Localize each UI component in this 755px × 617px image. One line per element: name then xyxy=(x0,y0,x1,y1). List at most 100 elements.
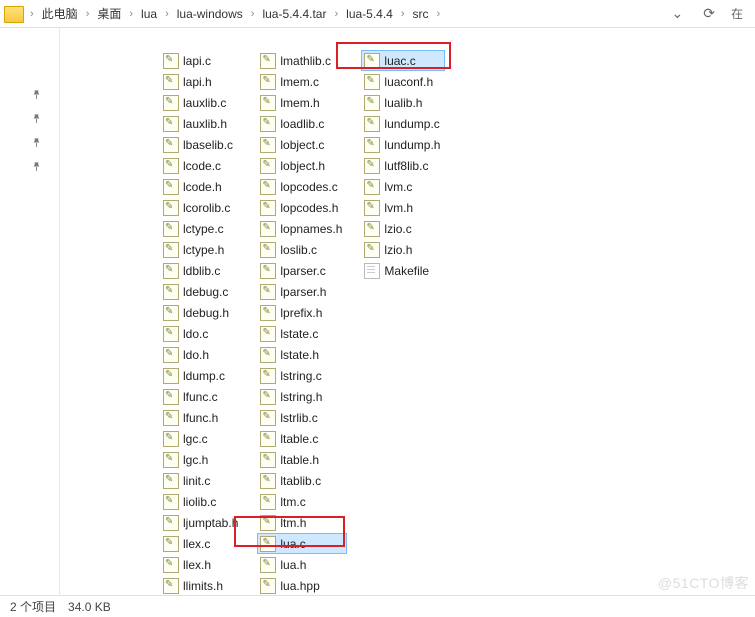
file-item[interactable]: lcode.h xyxy=(160,176,243,197)
file-item[interactable]: lmem.c xyxy=(257,71,347,92)
source-file-icon xyxy=(163,578,179,594)
breadcrumb-item[interactable]: lua-5.4.4.tar xyxy=(256,3,332,25)
file-item[interactable]: lgc.h xyxy=(160,449,243,470)
file-label: llex.c xyxy=(183,537,210,551)
file-item[interactable]: lapi.c xyxy=(160,50,243,71)
file-item[interactable]: ldebug.h xyxy=(160,302,243,323)
source-file-icon xyxy=(260,494,276,510)
file-item[interactable]: lcode.c xyxy=(160,155,243,176)
source-file-icon xyxy=(163,284,179,300)
file-item[interactable]: lua.h xyxy=(257,554,347,575)
file-item[interactable]: lualib.h xyxy=(361,92,445,113)
file-item[interactable]: lua.hpp xyxy=(257,575,347,595)
breadcrumb-item[interactable]: lua xyxy=(135,3,163,25)
file-item[interactable]: lua.c xyxy=(257,533,347,554)
file-pane[interactable]: lapi.clapi.hlauxlib.clauxlib.hlbaselib.c… xyxy=(60,28,755,595)
file-item[interactable]: lopcodes.h xyxy=(257,197,347,218)
source-file-icon xyxy=(364,242,380,258)
file-item[interactable]: lstring.h xyxy=(257,386,347,407)
file-label: lstring.c xyxy=(280,369,321,383)
file-item[interactable]: ltable.h xyxy=(257,449,347,470)
file-item[interactable]: lctype.h xyxy=(160,239,243,260)
file-item[interactable]: lundump.c xyxy=(361,113,445,134)
file-item[interactable]: lparser.c xyxy=(257,260,347,281)
file-label: llimits.h xyxy=(183,579,223,593)
dropdown-button[interactable]: ⌄ xyxy=(668,3,688,24)
breadcrumb-item[interactable]: lua-windows xyxy=(171,3,249,25)
file-item[interactable]: liolib.c xyxy=(160,491,243,512)
file-item[interactable]: llex.h xyxy=(160,554,243,575)
file-item[interactable]: loadlib.c xyxy=(257,113,347,134)
file-item[interactable]: lstate.h xyxy=(257,344,347,365)
file-item[interactable]: luaconf.h xyxy=(361,71,445,92)
breadcrumb-item[interactable]: src xyxy=(407,3,435,25)
source-file-icon xyxy=(364,221,380,237)
source-file-icon xyxy=(260,305,276,321)
file-item[interactable]: lparser.h xyxy=(257,281,347,302)
file-item[interactable]: ltablib.c xyxy=(257,470,347,491)
file-item[interactable]: ltable.c xyxy=(257,428,347,449)
file-item[interactable]: lobject.c xyxy=(257,134,347,155)
file-item[interactable]: lgc.c xyxy=(160,428,243,449)
breadcrumb-item[interactable]: 桌面 xyxy=(91,1,127,26)
file-item[interactable]: lfunc.c xyxy=(160,386,243,407)
file-item[interactable]: ldblib.c xyxy=(160,260,243,281)
pin-icon[interactable] xyxy=(30,112,42,124)
file-item[interactable]: ldo.c xyxy=(160,323,243,344)
file-item[interactable]: lbaselib.c xyxy=(160,134,243,155)
breadcrumb-item[interactable]: 此电脑 xyxy=(36,1,84,26)
file-item[interactable]: lstate.c xyxy=(257,323,347,344)
file-item[interactable]: ldump.c xyxy=(160,365,243,386)
file-item[interactable]: lutf8lib.c xyxy=(361,155,445,176)
file-item[interactable]: lstring.c xyxy=(257,365,347,386)
file-item[interactable]: lapi.h xyxy=(160,71,243,92)
file-item[interactable]: lzio.h xyxy=(361,239,445,260)
file-item[interactable]: llex.c xyxy=(160,533,243,554)
breadcrumb-item[interactable]: lua-5.4.4 xyxy=(340,3,399,25)
file-item[interactable]: luac.c xyxy=(361,50,445,71)
file-label: lualib.h xyxy=(384,96,422,110)
chevron-right-icon xyxy=(127,8,135,20)
source-file-icon xyxy=(163,326,179,342)
file-item[interactable]: linit.c xyxy=(160,470,243,491)
source-file-icon xyxy=(163,557,179,573)
file-item[interactable]: lctype.c xyxy=(160,218,243,239)
file-item[interactable]: lstrlib.c xyxy=(257,407,347,428)
file-item[interactable]: lundump.h xyxy=(361,134,445,155)
file-item[interactable]: lopcodes.c xyxy=(257,176,347,197)
source-file-icon xyxy=(260,473,276,489)
file-label: lstrlib.c xyxy=(280,411,317,425)
file-item[interactable]: loslib.c xyxy=(257,239,347,260)
file-item[interactable]: ldebug.c xyxy=(160,281,243,302)
file-label: linit.c xyxy=(183,474,210,488)
file-item[interactable]: llimits.h xyxy=(160,575,243,595)
breadcrumb[interactable]: 此电脑桌面 lua lua-windows lua-5.4.4.tar lua-5.4.… xyxy=(28,1,660,26)
file-item[interactable]: lopnames.h xyxy=(257,218,347,239)
file-item[interactable]: lvm.h xyxy=(361,197,445,218)
file-item[interactable]: lfunc.h xyxy=(160,407,243,428)
file-label: lcode.h xyxy=(183,180,222,194)
file-label: lua.c xyxy=(280,537,305,551)
file-item[interactable]: ltm.h xyxy=(257,512,347,533)
file-item[interactable]: lmathlib.c xyxy=(257,50,347,71)
pin-icon[interactable] xyxy=(30,136,42,148)
file-item[interactable]: lobject.h xyxy=(257,155,347,176)
file-item[interactable]: lmem.h xyxy=(257,92,347,113)
source-file-icon xyxy=(163,410,179,426)
file-item[interactable]: lauxlib.h xyxy=(160,113,243,134)
file-item[interactable]: lauxlib.c xyxy=(160,92,243,113)
file-item[interactable]: lvm.c xyxy=(361,176,445,197)
file-item[interactable]: ltm.c xyxy=(257,491,347,512)
source-file-icon xyxy=(163,95,179,111)
file-label: lfunc.c xyxy=(183,390,218,404)
file-item[interactable]: lcorolib.c xyxy=(160,197,243,218)
file-item[interactable]: ldo.h xyxy=(160,344,243,365)
refresh-button[interactable]: ⟳ xyxy=(699,3,719,24)
file-item[interactable]: lprefix.h xyxy=(257,302,347,323)
file-item[interactable]: Makefile xyxy=(361,260,445,281)
file-item[interactable]: ljumptab.h xyxy=(160,512,243,533)
source-file-icon xyxy=(260,74,276,90)
pin-icon[interactable] xyxy=(30,88,42,100)
pin-icon[interactable] xyxy=(30,160,42,172)
file-item[interactable]: lzio.c xyxy=(361,218,445,239)
